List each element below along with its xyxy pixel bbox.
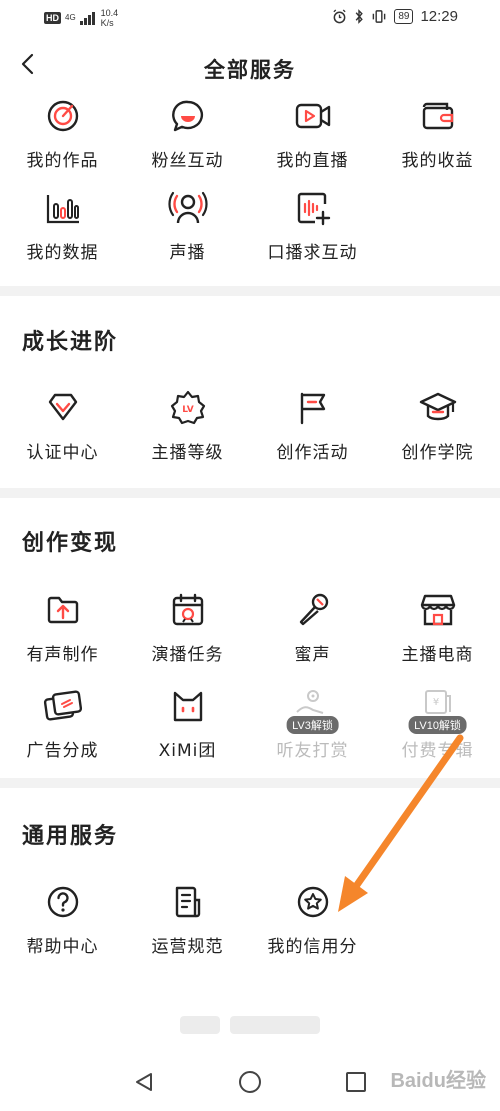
service-my-works[interactable]: 我的作品 xyxy=(0,96,125,186)
status-left: HD 4G 10.4 K/s xyxy=(44,8,118,28)
service-label: 我的直播 xyxy=(276,151,349,171)
general-operation-rules[interactable]: 运营规范 xyxy=(125,882,250,972)
voice-add-icon xyxy=(293,188,333,228)
blurred-content xyxy=(230,1016,320,1034)
monetize-audio-production[interactable]: 有声制作 xyxy=(0,590,125,680)
service-voice-cast[interactable]: 声播 xyxy=(125,188,250,278)
service-label: 口播求互动 xyxy=(267,243,358,263)
service-label: 我的数据 xyxy=(26,243,99,263)
network-speed: 10.4 K/s xyxy=(100,8,119,28)
watermark: Baidu经验 xyxy=(390,1070,486,1092)
growth-certification[interactable]: 认证中心 xyxy=(0,388,125,478)
monetize-ad-revenue[interactable]: 广告分成 xyxy=(0,686,125,776)
nav-back-button[interactable] xyxy=(130,1068,158,1096)
section-title-growth: 成长进阶 xyxy=(22,330,119,355)
status-right: 89 12:29 xyxy=(332,8,458,25)
growth-label: 创作学院 xyxy=(401,443,474,463)
wallet-icon xyxy=(418,96,458,136)
microphone-icon xyxy=(293,590,333,630)
diamond-icon xyxy=(43,388,83,428)
monetize-label: 有声制作 xyxy=(26,645,99,665)
monetize-label: 广告分成 xyxy=(26,741,99,761)
growth-label: 创作活动 xyxy=(276,443,349,463)
nav-recents-button[interactable] xyxy=(342,1068,370,1096)
section-divider xyxy=(0,286,500,296)
general-my-credit-score[interactable]: 我的信用分 xyxy=(250,882,375,972)
flag-icon xyxy=(293,388,333,428)
general-label: 帮助中心 xyxy=(26,937,99,957)
lock-badge: LV10解锁 xyxy=(408,716,467,734)
general-label: 我的信用分 xyxy=(267,937,358,957)
vibrate-icon xyxy=(373,10,386,23)
section-title-general: 通用服务 xyxy=(22,824,119,849)
general-label: 运营规范 xyxy=(151,937,224,957)
monetize-paid-album[interactable]: ¥ LV10解锁 付费专辑 xyxy=(375,686,500,776)
service-label: 我的作品 xyxy=(26,151,99,171)
clock: 12:29 xyxy=(420,8,458,25)
document-icon xyxy=(168,882,208,922)
section-divider xyxy=(0,488,500,498)
svg-text:LV: LV xyxy=(182,405,193,415)
monetize-label: XiMi团 xyxy=(158,741,217,761)
podcast-person-icon xyxy=(167,188,208,228)
nav-home-button[interactable] xyxy=(236,1068,264,1096)
section-title-monetize: 创作变现 xyxy=(22,531,119,556)
svg-text:¥: ¥ xyxy=(432,697,438,708)
service-my-earnings[interactable]: 我的收益 xyxy=(375,96,500,186)
page-title: 全部服务 xyxy=(204,58,296,82)
monetize-label: 听友打赏 xyxy=(276,741,349,761)
level-badge-icon: LV xyxy=(168,388,208,428)
service-label: 声播 xyxy=(169,243,206,263)
circle-home-icon xyxy=(239,1071,261,1093)
header: 全部服务 xyxy=(0,44,500,94)
star-circle-icon xyxy=(293,882,333,922)
hd-badge: HD xyxy=(44,12,61,24)
service-my-live[interactable]: 我的直播 xyxy=(250,96,375,186)
graduation-cap-icon xyxy=(418,388,458,428)
monetize-broadcast-task[interactable]: 演播任务 xyxy=(125,590,250,680)
service-my-data[interactable]: 我的数据 xyxy=(0,188,125,278)
growth-anchor-level[interactable]: LV 主播等级 xyxy=(125,388,250,478)
monetize-listener-reward[interactable]: LV3解锁 听友打赏 xyxy=(250,686,375,776)
growth-creative-academy[interactable]: 创作学院 xyxy=(375,388,500,478)
signal-icon xyxy=(79,11,95,25)
general-help-center[interactable]: 帮助中心 xyxy=(0,882,125,972)
bar-chart-icon xyxy=(43,188,83,228)
disc-icon xyxy=(43,96,83,136)
monetize-label: 付费专辑 xyxy=(401,741,474,761)
cards-icon xyxy=(43,686,83,726)
monetize-ximi-group[interactable]: XiMi团 xyxy=(125,686,250,776)
section-divider xyxy=(0,778,500,788)
monetize-label: 演播任务 xyxy=(151,645,224,665)
status-bar: HD 4G 10.4 K/s 89 12:29 xyxy=(0,0,500,36)
calendar-task-icon xyxy=(168,590,208,630)
live-video-icon xyxy=(293,96,333,136)
bluetooth-icon xyxy=(355,9,364,24)
growth-label: 认证中心 xyxy=(26,443,99,463)
service-fan-interaction[interactable]: 粉丝互动 xyxy=(125,96,250,186)
battery-indicator: 89 xyxy=(394,9,414,24)
network-type: 4G xyxy=(65,13,76,22)
growth-creative-activity[interactable]: 创作活动 xyxy=(250,388,375,478)
growth-label: 主播等级 xyxy=(151,443,224,463)
triangle-back-icon xyxy=(136,1073,152,1091)
monetize-anchor-ecommerce[interactable]: 主播电商 xyxy=(375,590,500,680)
lock-badge: LV3解锁 xyxy=(286,716,339,734)
monetize-label: 主播电商 xyxy=(401,645,474,665)
blurred-content xyxy=(180,1016,220,1034)
alarm-icon xyxy=(333,9,346,24)
service-label: 我的收益 xyxy=(401,151,474,171)
service-label: 粉丝互动 xyxy=(151,151,224,171)
service-voice-interaction[interactable]: 口播求互动 xyxy=(250,188,375,278)
folder-upload-icon xyxy=(43,590,83,630)
monetize-label: 蜜声 xyxy=(294,645,331,665)
monetize-misheng[interactable]: 蜜声 xyxy=(250,590,375,680)
help-icon xyxy=(43,882,83,922)
cat-icon xyxy=(168,686,208,726)
square-recents-icon xyxy=(346,1072,366,1092)
chat-smile-icon xyxy=(168,96,208,136)
shop-icon xyxy=(418,590,458,630)
